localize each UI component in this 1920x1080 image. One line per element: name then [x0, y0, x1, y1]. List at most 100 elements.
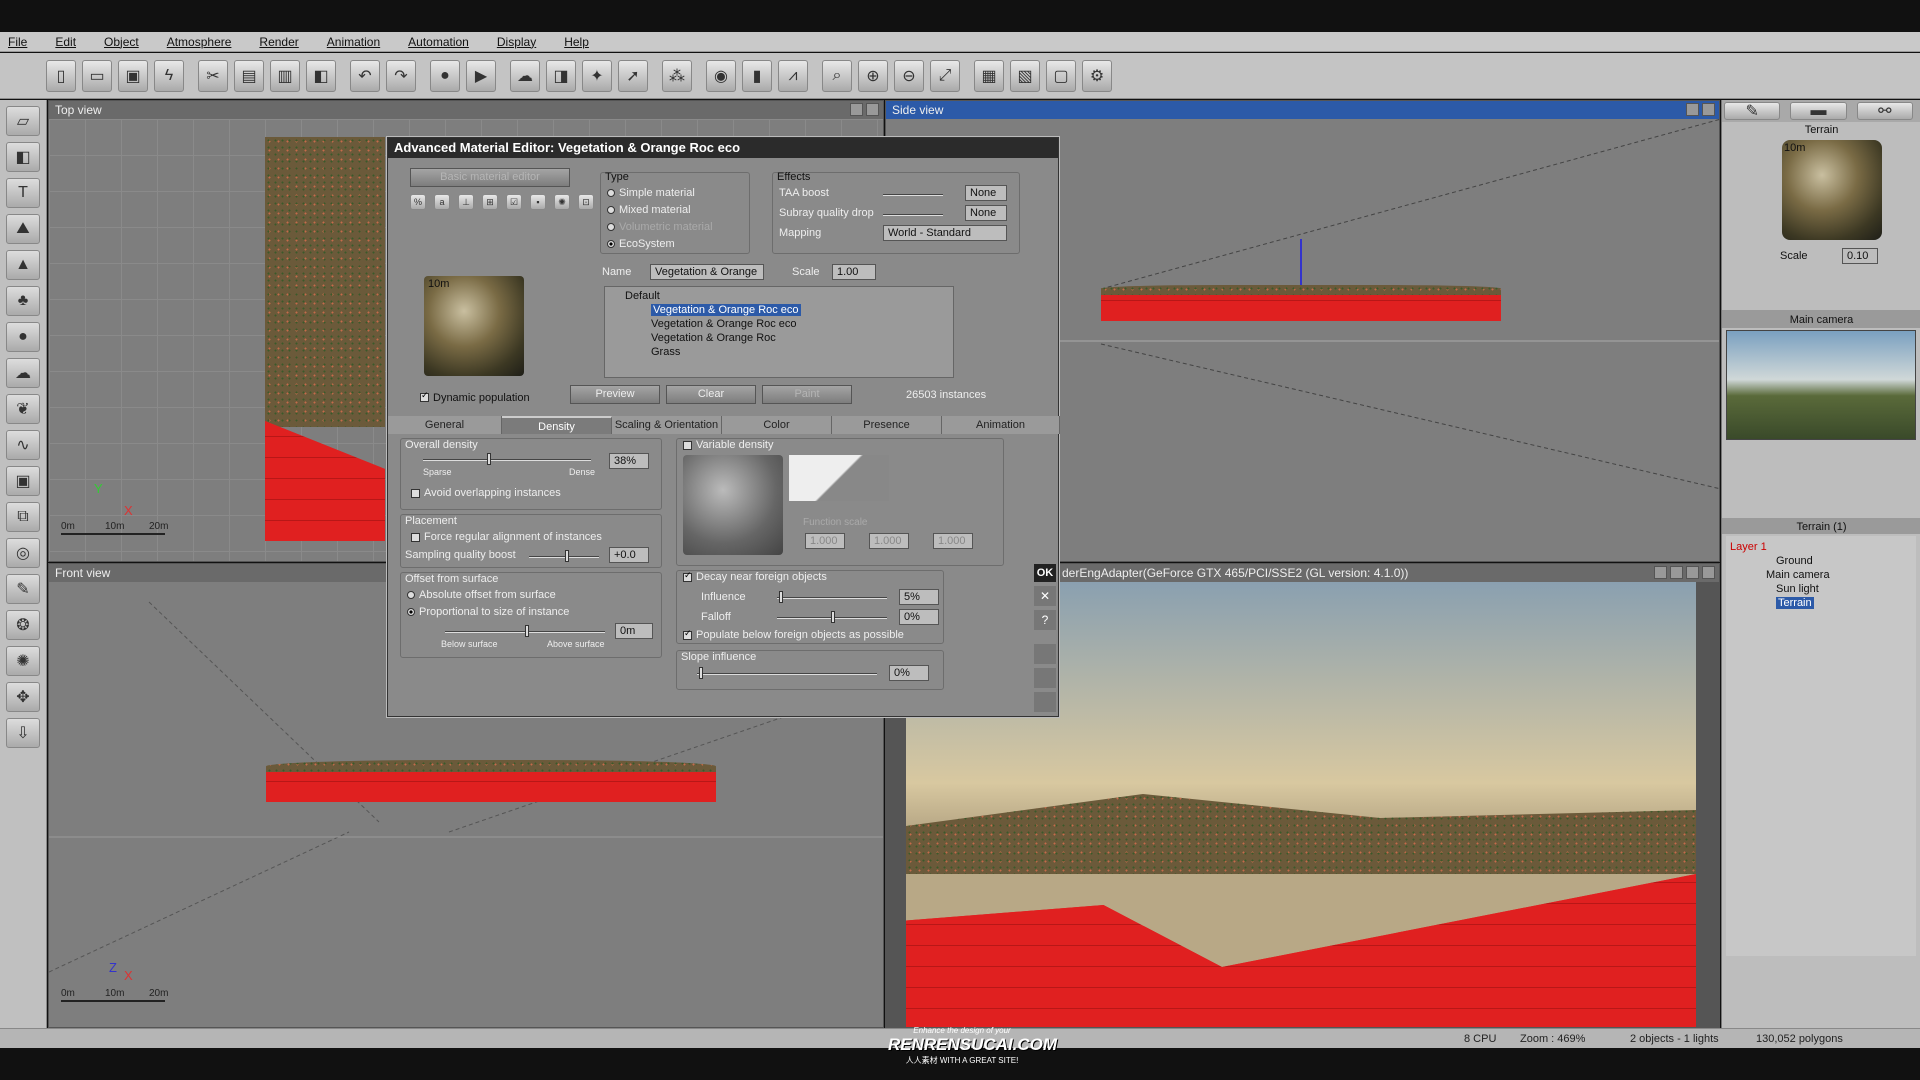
basic-editor-button[interactable]: Basic material editor — [410, 168, 570, 187]
tree-vegetation-roc[interactable]: Vegetation & Orange Roc — [625, 331, 953, 345]
terrain-material-preview[interactable] — [1782, 140, 1882, 240]
ecosystem-radio[interactable] — [607, 240, 615, 249]
tool-icon[interactable]: ▪ — [530, 194, 546, 210]
plane-tool-icon[interactable]: ▱ — [6, 106, 40, 136]
play-icon[interactable]: ▶ — [466, 59, 496, 92]
tab-presence[interactable]: Presence — [832, 416, 942, 434]
preview-button[interactable]: Preview — [570, 385, 660, 404]
scale-field[interactable]: 1.00 — [832, 264, 876, 280]
function-scale-z[interactable]: 1.000 — [933, 533, 973, 549]
curve-tool-icon[interactable]: ∿ — [6, 430, 40, 460]
fan-tool-icon[interactable]: ✥ — [6, 682, 40, 712]
cube-icon[interactable]: ◨ — [546, 59, 576, 92]
boolean-tool-icon[interactable]: ◎ — [6, 538, 40, 568]
proportional-offset-radio[interactable] — [407, 608, 415, 617]
density-gradient-preview[interactable] — [789, 455, 889, 501]
zoom-fit-icon[interactable]: ⌕ — [822, 59, 852, 92]
object-sun-light[interactable]: Sun light — [1730, 582, 1912, 596]
new-icon[interactable]: ▯ — [46, 59, 76, 92]
tree-vegetation-eco[interactable]: Vegetation & Orange Roc eco — [625, 317, 953, 331]
ruler-tab-icon[interactable]: ▬ — [1790, 102, 1847, 120]
dynamic-population-checkbox[interactable] — [420, 390, 429, 403]
clear-button[interactable]: Clear — [666, 385, 756, 404]
paste-icon[interactable]: ▥ — [270, 59, 300, 92]
terrain-tool-icon[interactable]: ⛰ — [6, 214, 40, 244]
tool-icon[interactable]: ⊞ — [482, 194, 498, 210]
film-icon[interactable]: ▦ — [974, 59, 1004, 92]
object-terrain[interactable]: Terrain — [1776, 597, 1814, 609]
absolute-offset-radio[interactable] — [407, 591, 415, 600]
tree-default[interactable]: Default — [625, 289, 953, 303]
populate-below-checkbox[interactable] — [683, 628, 692, 640]
force-alignment-checkbox[interactable] — [411, 532, 420, 542]
viewport-maximize-icon[interactable] — [866, 103, 879, 116]
cam-icon-4[interactable] — [1702, 566, 1715, 579]
tool-icon[interactable]: ✺ — [554, 194, 570, 210]
subray-slider[interactable] — [883, 214, 943, 216]
import-tool-icon[interactable]: ⇩ — [6, 718, 40, 748]
help-icon[interactable]: ? — [1034, 610, 1056, 630]
close-icon[interactable]: ✕ — [1034, 586, 1056, 606]
light-tool-icon[interactable]: ✺ — [6, 646, 40, 676]
rock-tool-icon[interactable]: ● — [6, 322, 40, 352]
tree-tool-icon[interactable]: ♣ — [6, 286, 40, 316]
subray-field[interactable]: None — [965, 205, 1007, 221]
bars-icon[interactable]: ▮ — [742, 59, 772, 92]
tab-general[interactable]: General — [388, 416, 502, 434]
menu-edit[interactable]: Edit — [55, 35, 76, 49]
open-material-icon[interactable] — [1034, 668, 1056, 688]
slope-slider[interactable] — [697, 673, 877, 675]
tool-icon[interactable]: % — [410, 194, 426, 210]
box-tool-icon[interactable]: ▣ — [6, 466, 40, 496]
volumetric-material-radio[interactable] — [607, 223, 615, 232]
redo-icon[interactable]: ↷ — [386, 59, 416, 92]
paint-button[interactable]: Paint — [762, 385, 852, 404]
sphere-icon[interactable]: ◉ — [706, 59, 736, 92]
influence-knob[interactable] — [779, 591, 783, 603]
mapping-select[interactable]: World - Standard — [883, 225, 1007, 241]
cam-icon-2[interactable] — [1670, 566, 1683, 579]
material-preview[interactable] — [424, 276, 524, 376]
pan-icon[interactable]: ⤢ — [930, 59, 960, 92]
side-maximize-icon[interactable] — [1702, 103, 1715, 116]
menu-animation[interactable]: Animation — [327, 35, 380, 49]
variable-density-checkbox[interactable] — [683, 440, 692, 450]
avoid-overlap-checkbox[interactable] — [411, 488, 420, 498]
sampling-boost-knob[interactable] — [565, 550, 569, 562]
brush-tab-icon[interactable]: ✎ — [1724, 102, 1781, 120]
save-icon[interactable]: ▣ — [118, 59, 148, 92]
influence-field[interactable]: 5% — [899, 589, 939, 605]
wand-icon[interactable]: ✦ — [582, 59, 612, 92]
offset-field[interactable]: 0m — [615, 623, 653, 639]
side-options-icon[interactable] — [1686, 103, 1699, 116]
taa-slider[interactable] — [883, 194, 943, 196]
tree-grass[interactable]: Grass — [625, 345, 953, 359]
cam-icon-3[interactable] — [1686, 566, 1699, 579]
cam-icon-1[interactable] — [1654, 566, 1667, 579]
arrow-icon[interactable]: ⩘ — [778, 59, 808, 92]
tool-icon[interactable]: ⊥ — [458, 194, 474, 210]
layer-item[interactable]: Layer 1 — [1730, 540, 1912, 554]
tree-vegetation-eco-selected[interactable]: Vegetation & Orange Roc eco — [651, 304, 801, 316]
box-icon[interactable]: ◧ — [306, 59, 336, 92]
simple-material-radio[interactable] — [607, 189, 615, 198]
terrain-scale-field[interactable]: 0.10 — [1842, 248, 1878, 264]
slope-knob[interactable] — [699, 667, 703, 679]
open-icon[interactable]: ▭ — [82, 59, 112, 92]
undo-icon[interactable]: ↶ — [350, 59, 380, 92]
group-tool-icon[interactable]: ⧉ — [6, 502, 40, 532]
function-scale-y[interactable]: 1.000 — [869, 533, 909, 549]
menu-atmosphere[interactable]: Atmosphere — [167, 35, 232, 49]
taa-field[interactable]: None — [965, 185, 1007, 201]
page-icon[interactable] — [1034, 644, 1056, 664]
menu-file[interactable]: File — [8, 35, 27, 49]
render-icon[interactable]: ⚙ — [1082, 59, 1112, 92]
pointer-icon[interactable]: ➚ — [618, 59, 648, 92]
viewport-options-icon[interactable] — [850, 103, 863, 116]
metablob-tool-icon[interactable]: ❂ — [6, 610, 40, 640]
influence-slider[interactable] — [777, 597, 887, 599]
cloud-tool-icon[interactable]: ☁ — [6, 358, 40, 388]
zoom-out-icon[interactable]: ⊖ — [894, 59, 924, 92]
name-field[interactable]: Vegetation & Orange — [650, 264, 764, 280]
record-icon[interactable]: ● — [430, 59, 460, 92]
